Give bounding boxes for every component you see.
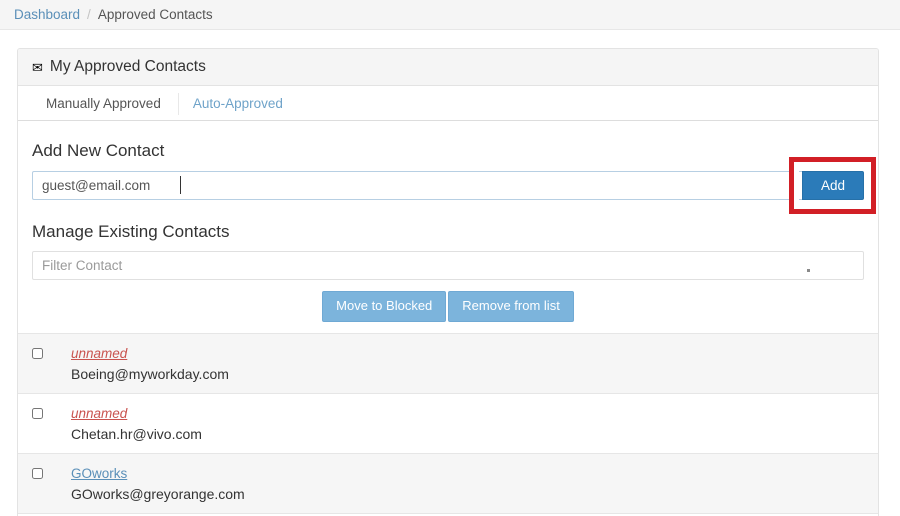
contact-name-link[interactable]: GOworks xyxy=(71,465,127,482)
tab-bar: Manually Approved Auto-Approved xyxy=(18,86,878,121)
contact-row-checkbox[interactable] xyxy=(32,468,43,479)
contact-name-link[interactable]: unnamed xyxy=(71,345,127,362)
breadcrumb: Dashboard / Approved Contacts xyxy=(0,0,900,30)
filter-contact-input[interactable] xyxy=(32,251,864,280)
tab-manually-approved-label: Manually Approved xyxy=(46,96,161,111)
tab-auto-approved-label: Auto-Approved xyxy=(192,96,283,111)
tab-manually-approved[interactable]: Manually Approved xyxy=(30,86,177,120)
contact-email: Boeing@myworkday.com xyxy=(71,366,229,382)
contact-email: GOworks@greyorange.com xyxy=(71,486,245,502)
remove-from-list-button[interactable]: Remove from list xyxy=(448,291,574,322)
contact-row-checkbox[interactable] xyxy=(32,408,43,419)
manage-existing-contacts-heading: Manage Existing Contacts xyxy=(32,222,230,241)
breadcrumb-current-page: Approved Contacts xyxy=(97,7,213,22)
add-button[interactable]: Add xyxy=(802,171,864,200)
contact-row-checkbox[interactable] xyxy=(32,348,43,359)
contact-row-info: GOworks GOworks@greyorange.com xyxy=(71,465,245,503)
panel-title: My Approved Contacts xyxy=(49,57,206,75)
panel-body: Add New Contact Add Manage Existing Cont… xyxy=(18,141,878,322)
contact-row-info: unnamed Boeing@myworkday.com xyxy=(71,345,229,383)
text-caret xyxy=(180,176,181,194)
table-row[interactable]: GOworks GOworks@greyorange.com xyxy=(18,454,878,514)
contact-list: unnamed Boeing@myworkday.com unnamed Che… xyxy=(18,333,878,516)
add-button-wrapper: Add xyxy=(789,157,876,214)
add-new-contact-heading: Add New Contact xyxy=(32,141,165,160)
breadcrumb-separator: / xyxy=(87,7,91,22)
breadcrumb-link-dashboard[interactable]: Dashboard xyxy=(14,7,80,22)
contact-row-info: unnamed Chetan.hr@vivo.com xyxy=(71,405,202,443)
add-contact-row: Add xyxy=(32,157,876,214)
filter-wrapper xyxy=(32,251,864,280)
table-row[interactable]: unnamed Boeing@myworkday.com xyxy=(18,334,878,394)
approved-contacts-panel: ✉ My Approved Contacts Manually Approved… xyxy=(17,48,879,516)
tab-auto-approved[interactable]: Auto-Approved xyxy=(177,86,299,120)
envelope-icon: ✉ xyxy=(32,60,43,75)
panel-header: ✉ My Approved Contacts xyxy=(18,49,878,86)
bulk-action-buttons: Move to Blocked Remove from list xyxy=(32,291,864,322)
move-to-blocked-button[interactable]: Move to Blocked xyxy=(322,291,447,322)
contact-email: Chetan.hr@vivo.com xyxy=(71,426,202,442)
new-contact-email-input[interactable] xyxy=(32,171,802,200)
table-row[interactable]: unnamed Chetan.hr@vivo.com xyxy=(18,394,878,454)
filter-caret-artifact xyxy=(807,269,810,272)
contact-name-link[interactable]: unnamed xyxy=(71,405,127,422)
